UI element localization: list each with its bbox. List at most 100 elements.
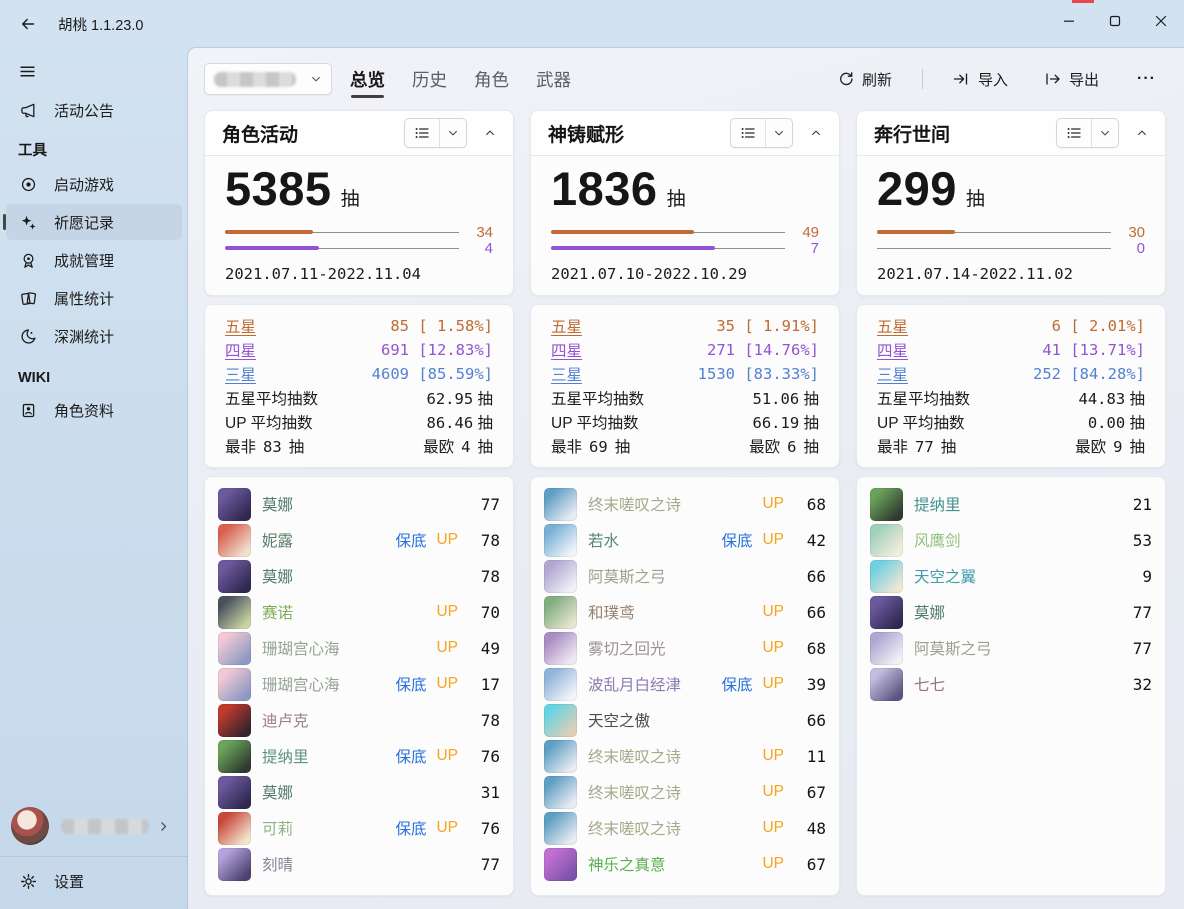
item-row[interactable]: 莫娜 77: [218, 486, 500, 522]
view-mode-split-button[interactable]: [404, 118, 467, 148]
item-row[interactable]: 刻晴 77: [218, 846, 500, 882]
item-row[interactable]: 天空之翼 9: [870, 558, 1152, 594]
item-row[interactable]: 珊瑚宫心海 保底 UP 17: [218, 666, 500, 702]
item-count: 70: [464, 603, 500, 622]
three-star-link[interactable]: 三星: [551, 363, 582, 385]
four-star-count: 691 [12.83%]: [381, 341, 493, 359]
item-row[interactable]: 波乱月白经津 保底 UP 39: [544, 666, 826, 702]
up-tag: UP: [762, 531, 784, 549]
item-row[interactable]: 七七 32: [870, 666, 1152, 702]
five-star-count: 35 [ 1.91%]: [716, 317, 819, 335]
item-row[interactable]: 莫娜 31: [218, 774, 500, 810]
import-button[interactable]: 导入: [947, 64, 1014, 95]
title-bar: 胡桃 1.1.23.0: [0, 0, 1184, 48]
megaphone-icon: [18, 102, 38, 119]
item-row[interactable]: 提纳里 21: [870, 486, 1152, 522]
item-row[interactable]: 可莉 保底 UP 76: [218, 810, 500, 846]
item-row[interactable]: 莫娜 77: [870, 594, 1152, 630]
user-profile-row[interactable]: [6, 800, 182, 852]
refresh-button[interactable]: 刷新: [832, 64, 898, 95]
three-star-link[interactable]: 三星: [225, 363, 256, 385]
five-star-pity-bar: 34: [225, 224, 493, 240]
maximize-button[interactable]: [1092, 0, 1138, 42]
chevron-down-icon[interactable]: [766, 127, 792, 139]
close-button[interactable]: [1138, 0, 1184, 42]
collapse-button[interactable]: [803, 119, 829, 147]
up-tag: UP: [762, 495, 784, 513]
item-count: 76: [464, 747, 500, 766]
three-star-link[interactable]: 三星: [877, 363, 908, 385]
avg-up-value: 86.46: [427, 414, 474, 432]
five-star-link[interactable]: 五星: [551, 315, 582, 337]
collapse-button[interactable]: [477, 119, 503, 147]
pity-bars: 49 7: [551, 224, 819, 256]
more-menu-button[interactable]: ···: [1129, 66, 1164, 92]
view-mode-split-button[interactable]: [730, 118, 793, 148]
item-name: 波乱月白经津: [588, 673, 681, 695]
five-star-link[interactable]: 五星: [877, 315, 908, 337]
item-row[interactable]: 终末嗟叹之诗 UP 11: [544, 738, 826, 774]
chevron-down-icon[interactable]: [440, 127, 466, 139]
four-star-link[interactable]: 四星: [877, 339, 908, 361]
item-avatar: [218, 704, 251, 737]
item-avatar: [544, 740, 577, 773]
item-row[interactable]: 若水 保底 UP 42: [544, 522, 826, 558]
uid-selector[interactable]: [204, 63, 332, 95]
export-button[interactable]: 导出: [1038, 64, 1105, 95]
chevron-down-icon[interactable]: [1092, 127, 1118, 139]
sidebar-item-abyss-stats[interactable]: 深渊统计: [6, 318, 182, 354]
tab-characters[interactable]: 角色: [474, 48, 509, 110]
item-row[interactable]: 终末嗟叹之诗 UP 48: [544, 810, 826, 846]
item-row[interactable]: 终末嗟叹之诗 UP 67: [544, 774, 826, 810]
item-row[interactable]: 和璞鸢 UP 66: [544, 594, 826, 630]
item-row[interactable]: 风鹰剑 53: [870, 522, 1152, 558]
tab-overview[interactable]: 总览: [350, 48, 385, 110]
four-star-link[interactable]: 四星: [225, 339, 256, 361]
user-avatar: [11, 807, 49, 845]
back-button[interactable]: [12, 8, 44, 40]
item-row[interactable]: 莫娜 78: [218, 558, 500, 594]
sidebar-item-launch-game[interactable]: 启动游戏: [6, 166, 182, 202]
item-count: 39: [790, 675, 826, 694]
minimize-button[interactable]: [1046, 0, 1092, 42]
item-row[interactable]: 神乐之真意 UP 67: [544, 846, 826, 882]
five-star-link[interactable]: 五星: [225, 315, 256, 337]
item-row[interactable]: 提纳里 保底 UP 76: [218, 738, 500, 774]
item-name: 妮露: [262, 529, 293, 551]
item-row[interactable]: 天空之傲 66: [544, 702, 826, 738]
item-row[interactable]: 赛诺 UP 70: [218, 594, 500, 630]
item-name: 终末嗟叹之诗: [588, 745, 681, 767]
item-row[interactable]: 阿莫斯之弓 66: [544, 558, 826, 594]
up-tag: UP: [762, 675, 784, 693]
sidebar-item-wish-records[interactable]: 祈愿记录: [6, 204, 182, 240]
worst-pull-stat: 最非83抽: [225, 435, 304, 457]
item-row[interactable]: 阿莫斯之弓 77: [870, 630, 1152, 666]
tab-history[interactable]: 历史: [412, 48, 447, 110]
item-avatar: [870, 524, 903, 557]
item-name: 天空之翼: [914, 565, 976, 587]
list-view-icon[interactable]: [405, 125, 439, 141]
collapse-button[interactable]: [1129, 119, 1155, 147]
chevron-right-icon: [157, 820, 170, 833]
item-name: 七七: [914, 673, 945, 695]
list-view-icon[interactable]: [1057, 125, 1091, 141]
avg-five-star-label: 五星平均抽数: [225, 387, 318, 409]
sidebar-item-announcement[interactable]: 活动公告: [6, 92, 182, 128]
four-star-link[interactable]: 四星: [551, 339, 582, 361]
item-row[interactable]: 终末嗟叹之诗 UP 68: [544, 486, 826, 522]
item-row[interactable]: 迪卢克 78: [218, 702, 500, 738]
item-row[interactable]: 雾切之回光 UP 68: [544, 630, 826, 666]
sidebar-item-achievements[interactable]: 成就管理: [6, 242, 182, 278]
sidebar-item-settings[interactable]: 设置: [6, 861, 182, 901]
list-view-icon[interactable]: [731, 125, 765, 141]
sidebar-item-avatar-stats[interactable]: 属性统计: [6, 280, 182, 316]
item-name: 莫娜: [262, 493, 293, 515]
item-row[interactable]: 珊瑚宫心海 UP 49: [218, 630, 500, 666]
avg-five-star-value: 51.06: [753, 390, 800, 408]
hamburger-menu-icon[interactable]: [10, 56, 44, 86]
sidebar-item-character-wiki[interactable]: 角色资料: [6, 392, 182, 428]
item-row[interactable]: 妮露 保底 UP 78: [218, 522, 500, 558]
view-mode-split-button[interactable]: [1056, 118, 1119, 148]
tab-weapons[interactable]: 武器: [536, 48, 571, 110]
item-name: 终末嗟叹之诗: [588, 817, 681, 839]
